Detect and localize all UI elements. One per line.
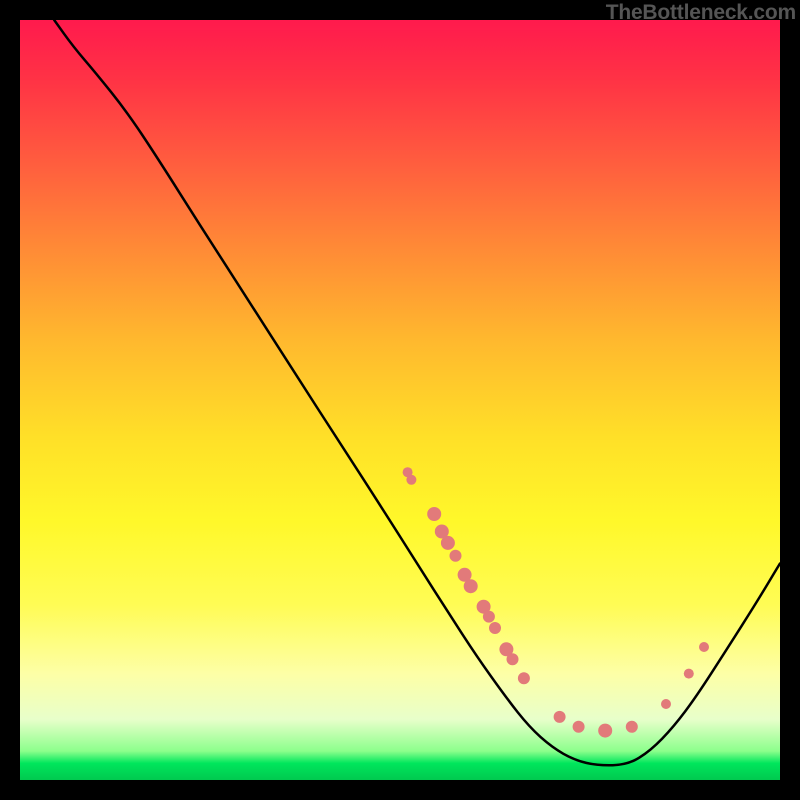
chart-scatter-group	[403, 467, 709, 737]
scatter-point	[598, 724, 612, 738]
scatter-point	[483, 611, 495, 623]
chart-svg	[20, 20, 780, 780]
scatter-point	[699, 642, 709, 652]
scatter-point	[441, 536, 455, 550]
scatter-point	[661, 699, 671, 709]
scatter-point	[507, 653, 519, 665]
chart-curve	[54, 20, 780, 765]
scatter-point	[489, 622, 501, 634]
scatter-point	[450, 550, 462, 562]
scatter-point	[554, 711, 566, 723]
scatter-point	[518, 672, 530, 684]
chart-frame	[20, 20, 780, 780]
scatter-point	[406, 475, 416, 485]
scatter-point	[573, 721, 585, 733]
scatter-point	[427, 507, 441, 521]
scatter-point	[464, 579, 478, 593]
scatter-point	[626, 721, 638, 733]
scatter-point	[684, 669, 694, 679]
